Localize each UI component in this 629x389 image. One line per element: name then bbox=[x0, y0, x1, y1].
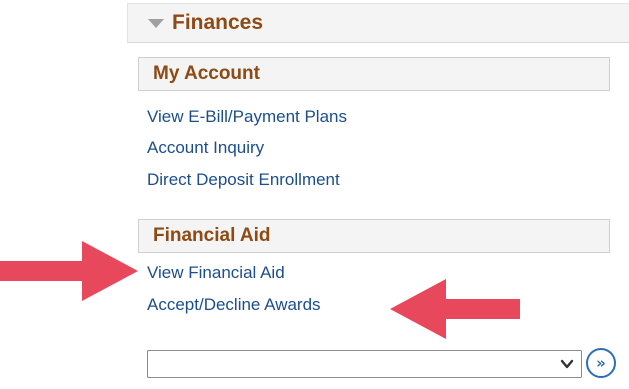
chevron-down-icon[interactable] bbox=[559, 356, 575, 372]
finances-header[interactable]: Finances bbox=[127, 3, 629, 43]
go-button[interactable]: » bbox=[586, 348, 616, 378]
double-chevron-right-icon: » bbox=[596, 353, 606, 372]
right-pointing-arrow-icon bbox=[0, 241, 138, 301]
left-pointing-arrow-icon bbox=[390, 279, 520, 339]
view-financial-aid-link[interactable]: View Financial Aid bbox=[147, 263, 285, 283]
accept-decline-awards-link[interactable]: Accept/Decline Awards bbox=[147, 295, 321, 315]
account-inquiry-link[interactable]: Account Inquiry bbox=[147, 138, 264, 158]
finances-title: Finances bbox=[172, 11, 264, 34]
financial-aid-header: Financial Aid bbox=[138, 219, 610, 253]
navigation-select[interactable] bbox=[147, 350, 582, 378]
direct-deposit-link[interactable]: Direct Deposit Enrollment bbox=[147, 170, 340, 190]
view-ebill-link[interactable]: View E-Bill/Payment Plans bbox=[147, 107, 347, 127]
my-account-header: My Account bbox=[138, 57, 610, 91]
financial-aid-title: Financial Aid bbox=[153, 225, 271, 246]
collapse-triangle-icon[interactable] bbox=[148, 19, 164, 28]
my-account-title: My Account bbox=[153, 63, 260, 84]
